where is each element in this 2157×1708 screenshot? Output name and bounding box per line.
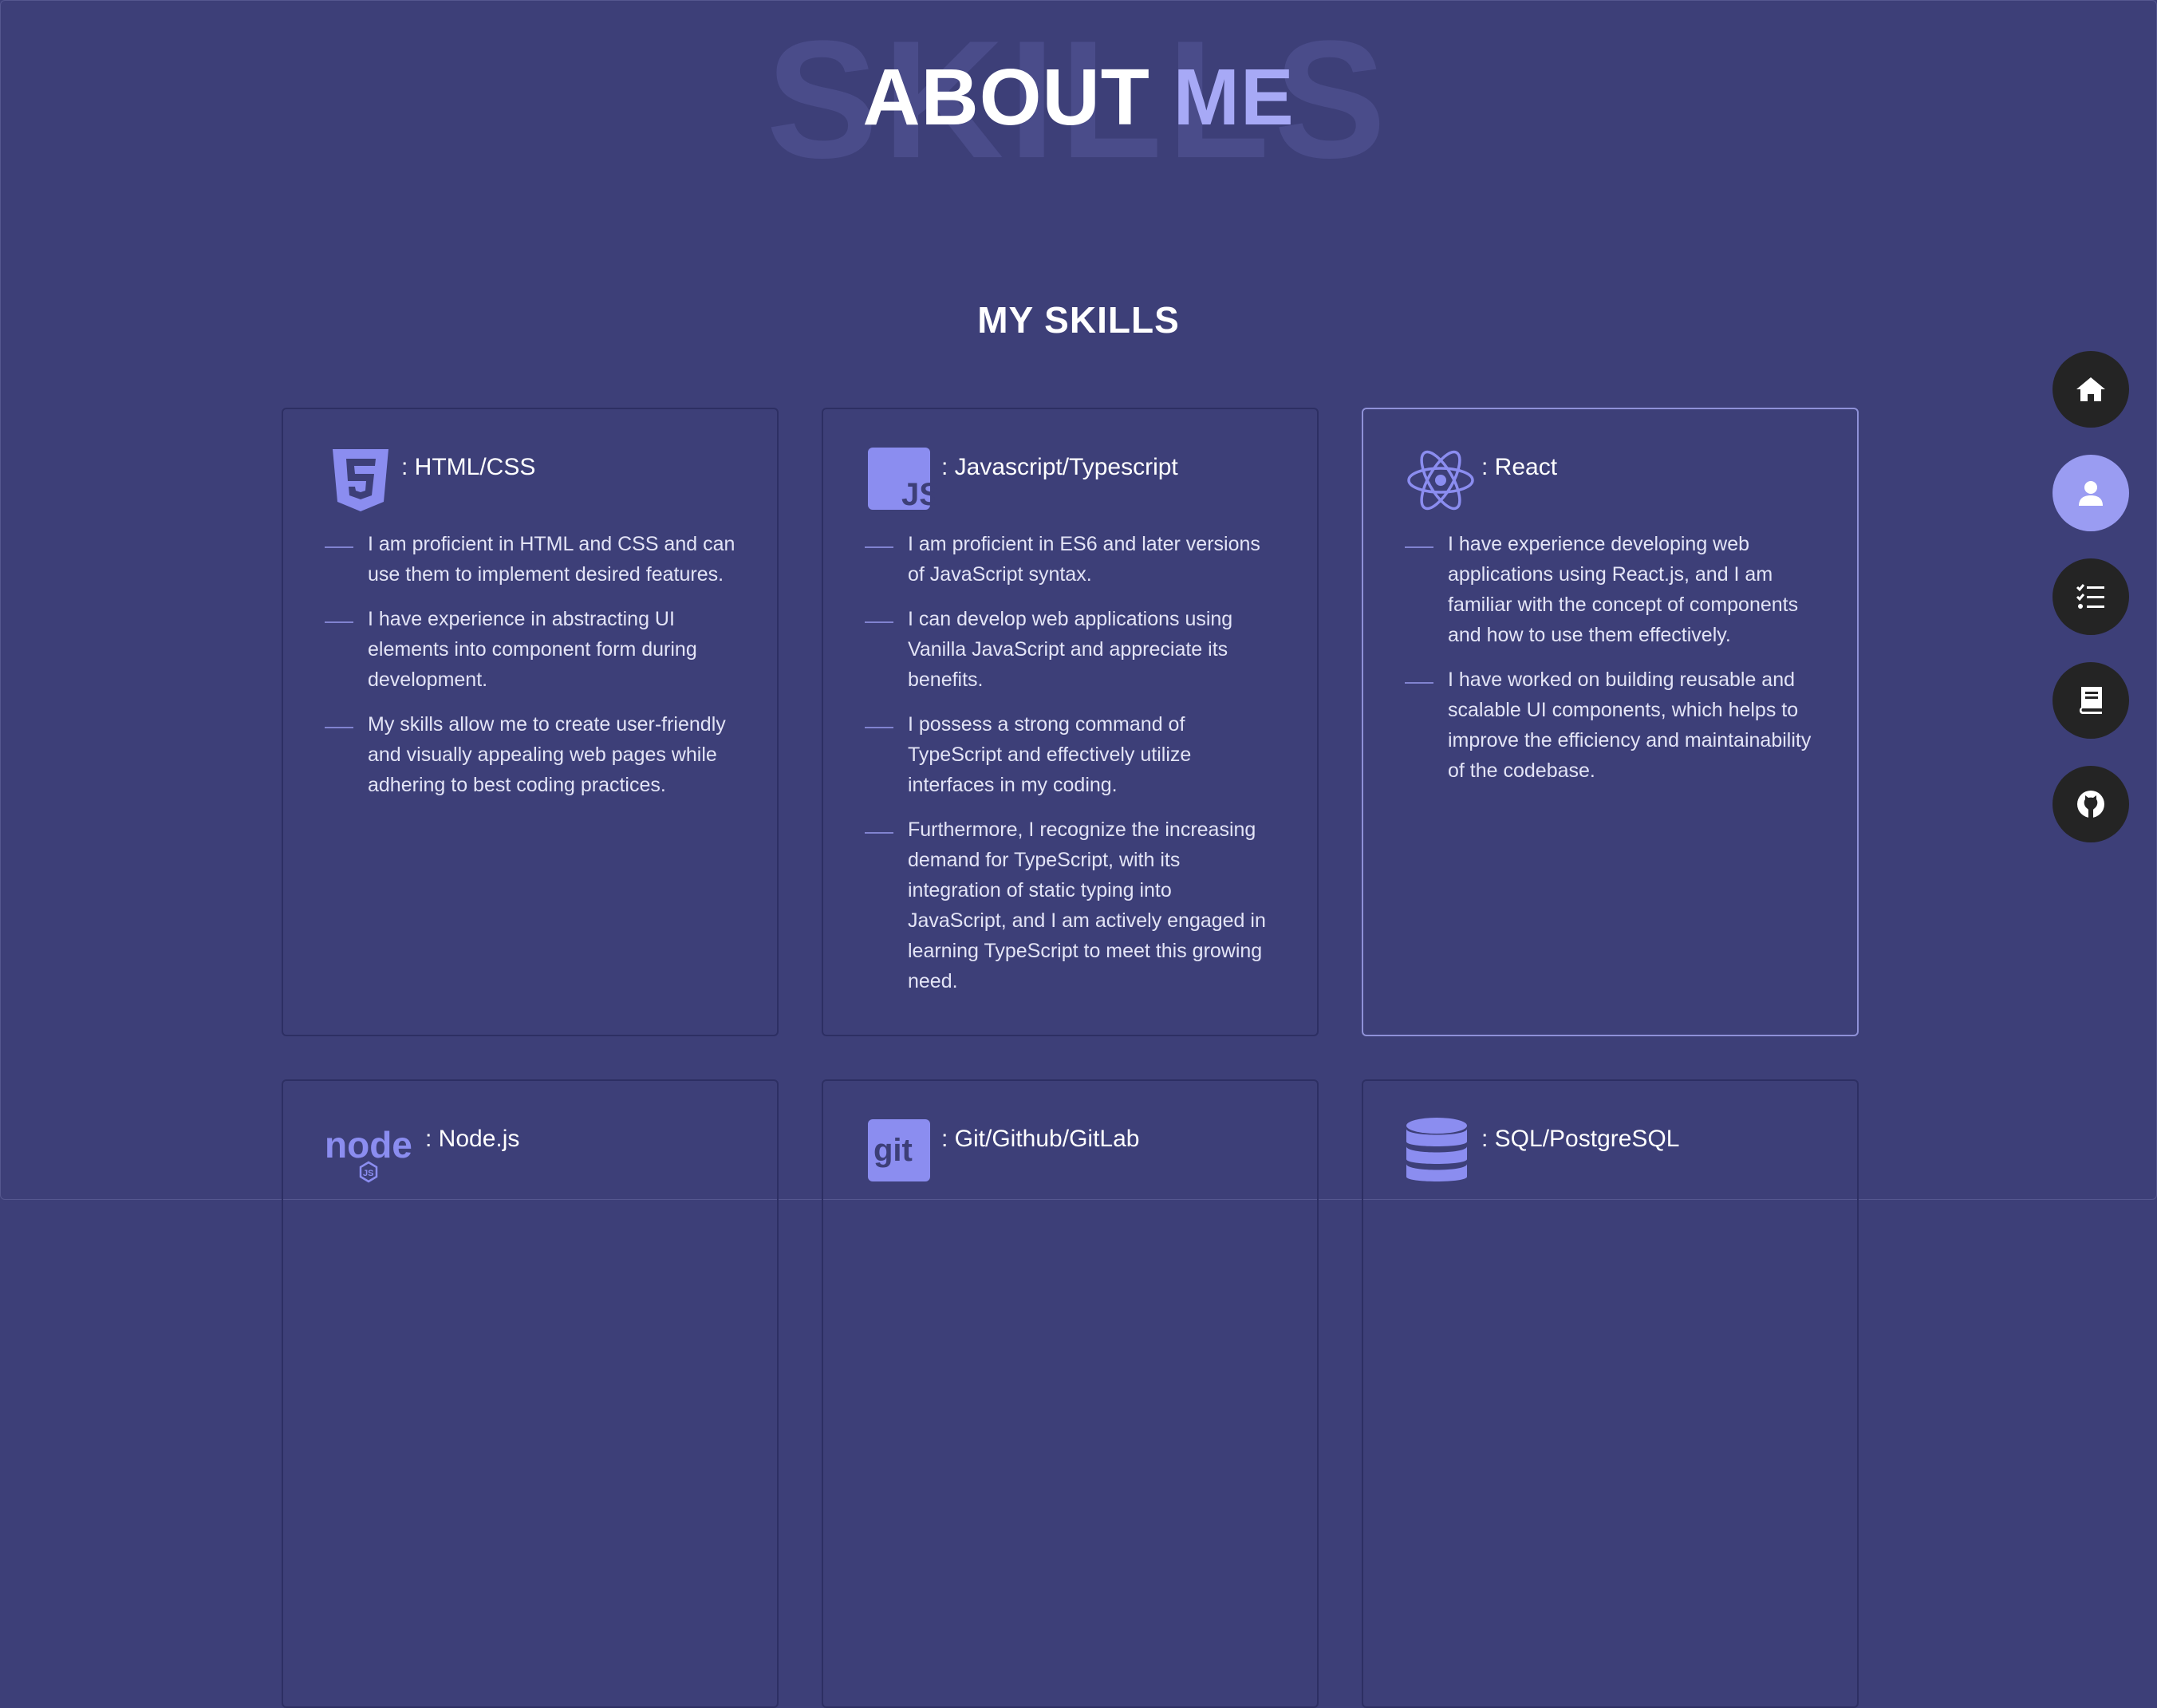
nav-home-button[interactable] — [2053, 351, 2129, 428]
card-title: : Node.js — [425, 1126, 520, 1152]
svg-text:JS: JS — [363, 1169, 373, 1178]
nav-github-button[interactable] — [2053, 766, 2129, 842]
card-title: : HTML/CSS — [401, 454, 536, 480]
title-me: ME — [1173, 53, 1295, 142]
dash-marker — [865, 832, 893, 834]
list-item: I possess a strong command of TypeScript… — [865, 709, 1276, 800]
skill-card-nodejs: node JS : Node.js — [282, 1079, 779, 1708]
card-title: : SQL/PostgreSQL — [1481, 1126, 1680, 1152]
item-text: I have worked on building reusable and s… — [1448, 669, 1812, 782]
item-text: Furthermore, I recognize the increasing … — [908, 818, 1266, 992]
item-text: I can develop web applications using Van… — [908, 608, 1233, 691]
card-header: JS : Javascript/Typescript — [865, 444, 1276, 518]
nav-projects-button[interactable] — [2053, 662, 2129, 739]
card-title: : React — [1481, 454, 1558, 480]
card-header: node JS : Node.js — [325, 1116, 735, 1189]
card-title: : Git/Github/GitLab — [941, 1126, 1140, 1152]
item-text: I am proficient in HTML and CSS and can … — [368, 533, 735, 586]
nav-skills-button[interactable] — [2053, 558, 2129, 635]
list-item: Furthermore, I recognize the increasing … — [865, 815, 1276, 996]
list-item: I am proficient in ES6 and later version… — [865, 529, 1276, 590]
item-text: I have experience developing web applica… — [1448, 533, 1799, 646]
database-icon — [1406, 1118, 1467, 1181]
list-item: I have experience developing web applica… — [1405, 529, 1816, 650]
item-text: I possess a strong command of TypeScript… — [908, 713, 1192, 796]
book-icon — [2079, 687, 2102, 714]
dash-marker — [325, 621, 353, 623]
dash-marker — [865, 727, 893, 728]
card-header: : HTML/CSS — [325, 444, 735, 518]
dash-marker — [865, 621, 893, 623]
javascript-icon: JS — [868, 448, 937, 512]
nav-about-button[interactable] — [2053, 455, 2129, 531]
dash-marker — [325, 727, 353, 728]
item-text: My skills allow me to create user-friend… — [368, 713, 726, 796]
nodejs-icon: node JS — [325, 1124, 412, 1183]
side-navigation — [2053, 351, 2129, 870]
card-header: : SQL/PostgreSQL — [1405, 1116, 1816, 1189]
react-icon — [1407, 450, 1474, 511]
card-header: git : Git/Github/GitLab — [865, 1116, 1276, 1189]
list-item: I am proficient in HTML and CSS and can … — [325, 529, 735, 590]
dash-marker — [1405, 682, 1433, 684]
skill-list: I have experience developing web applica… — [1405, 529, 1816, 786]
list-item: I can develop web applications using Van… — [865, 604, 1276, 695]
card-header: : React — [1405, 444, 1816, 518]
skill-card-html-css: : HTML/CSS I am proficient in HTML and C… — [282, 408, 779, 1036]
skill-card-javascript: JS : Javascript/Typescript I am proficie… — [822, 408, 1319, 1036]
title-about: ABOUT — [862, 53, 1150, 142]
user-icon — [2079, 481, 2103, 506]
skill-card-sql: : SQL/PostgreSQL — [1362, 1079, 1859, 1708]
github-icon — [2077, 791, 2104, 818]
dash-marker — [325, 546, 353, 548]
svg-text:git: git — [873, 1133, 913, 1168]
item-text: I have experience in abstracting UI elem… — [368, 608, 697, 691]
list-item: I have experience in abstracting UI elem… — [325, 604, 735, 695]
git-icon: git — [868, 1119, 930, 1181]
svg-text:JS: JS — [901, 477, 937, 512]
list-item: I have worked on building reusable and s… — [1405, 665, 1816, 786]
skills-grid: : HTML/CSS I am proficient in HTML and C… — [282, 408, 1859, 1708]
section-title: MY SKILLS — [977, 299, 1180, 341]
skill-card-git: git : Git/Github/GitLab — [822, 1079, 1319, 1708]
skill-list: I am proficient in HTML and CSS and can … — [325, 529, 735, 800]
dash-marker — [1405, 546, 1433, 548]
skill-list: I am proficient in ES6 and later version… — [865, 529, 1276, 996]
dash-marker — [865, 546, 893, 548]
home-icon — [2076, 377, 2105, 401]
page-title: ABOUT ME — [0, 57, 2157, 137]
card-title: : Javascript/Typescript — [941, 454, 1178, 480]
item-text: I am proficient in ES6 and later version… — [908, 533, 1260, 586]
html5-icon — [333, 449, 388, 511]
skill-card-react: : React I have experience developing web… — [1362, 408, 1859, 1036]
list-item: My skills allow me to create user-friend… — [325, 709, 735, 800]
page-header: SKILLS ABOUT ME — [0, 0, 2157, 183]
checklist-icon — [2076, 584, 2104, 609]
svg-text:node: node — [325, 1124, 412, 1166]
